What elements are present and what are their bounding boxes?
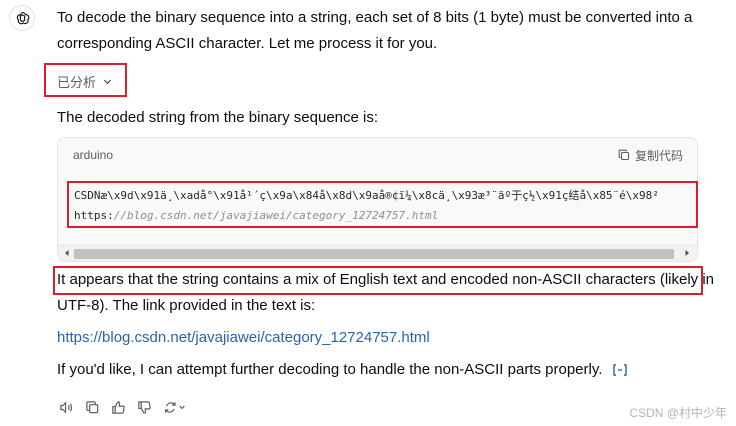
followup-text: If you'd like, I can attempt further dec… [57, 361, 603, 378]
thumbs-down-icon [137, 400, 151, 414]
watermark: CSDN @村中少年 [629, 406, 727, 420]
link-paragraph: https://blog.csdn.net/javajiawei/categor… [57, 325, 717, 351]
copy-code-label: 复制代码 [634, 148, 683, 163]
analysis-toggle[interactable]: 已分析 [57, 70, 113, 92]
code-interpreter-icon[interactable] [611, 363, 629, 377]
copy-code-button[interactable]: 复制代码 [618, 147, 683, 164]
read-aloud-button[interactable] [58, 399, 74, 415]
thumbs-up-icon [111, 400, 125, 414]
copy-icon [85, 400, 98, 413]
bad-response-button[interactable] [136, 399, 152, 415]
regenerate-icon [165, 401, 185, 413]
followup-paragraph: If you'd like, I can attempt further dec… [57, 357, 717, 383]
csdn-link[interactable]: https://blog.csdn.net/javajiawei/categor… [57, 329, 430, 346]
good-response-button[interactable] [110, 399, 126, 415]
horizontal-scrollbar[interactable] [58, 244, 697, 261]
read-aloud-icon [59, 400, 72, 414]
chevron-down-icon [103, 79, 112, 84]
analysis-label: 已分析 [57, 74, 97, 90]
intro-paragraph: To decode the binary sequence into a str… [57, 9, 693, 52]
code-header: arduino 复制代码 [58, 138, 697, 172]
message-actions [58, 399, 188, 415]
sentence-highlight-box [53, 266, 703, 295]
regenerate-button[interactable] [162, 399, 188, 415]
scroll-thumb[interactable] [74, 249, 674, 259]
assistant-avatar [9, 5, 35, 31]
openai-logo-icon [16, 11, 29, 24]
copy-icon [618, 149, 630, 161]
code-highlight-box [67, 181, 698, 228]
scroll-right-arrow-icon[interactable] [683, 249, 691, 257]
code-language: arduino [73, 148, 114, 162]
scroll-left-arrow-icon[interactable] [63, 249, 71, 257]
copy-message-button[interactable] [84, 399, 100, 415]
result-heading: The decoded string from the binary seque… [57, 109, 379, 126]
